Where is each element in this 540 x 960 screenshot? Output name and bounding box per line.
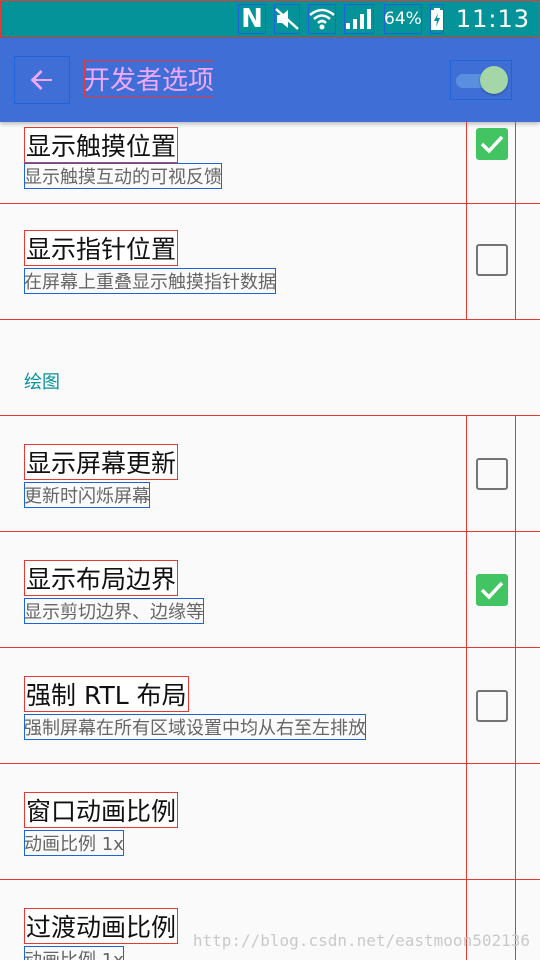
setting-title: 强制 RTL 布局 (24, 676, 189, 712)
setting-pointer-location[interactable]: 显示指针位置 在屏幕上重叠显示触摸指针数据 (0, 204, 540, 320)
setting-window-animation-scale[interactable]: 窗口动画比例 动画比例 1x (0, 764, 540, 880)
mute-icon (274, 4, 301, 34)
layout-bounds-checkbox[interactable] (476, 574, 508, 606)
developer-options-switch[interactable] (450, 60, 512, 100)
status-bar: N 64% 11:13 (0, 0, 540, 38)
category-header-drawing: 绘图 (0, 332, 540, 416)
setting-title: 显示指针位置 (24, 230, 179, 266)
settings-list[interactable]: 显示触摸位置 显示触摸互动的可视反馈 显示指针位置 在屏幕上重叠显示触摸指针数据… (0, 122, 540, 960)
setting-summary: 在屏幕上重叠显示触摸指针数据 (24, 268, 276, 294)
back-button[interactable] (14, 56, 70, 104)
setting-summary: 显示触摸互动的可视反馈 (24, 163, 222, 189)
setting-title: 过渡动画比例 (24, 908, 179, 944)
category-label: 绘图 (24, 372, 60, 393)
setting-summary: 强制屏幕在所有区域设置中均从右至左排放 (24, 714, 366, 740)
setting-summary: 显示剪切边界、边缘等 (24, 598, 204, 624)
watermark: http://blog.csdn.net/eastmoon502136 (192, 931, 530, 950)
surface-updates-checkbox[interactable] (476, 458, 508, 490)
setting-summary: 动画比例 1x (24, 830, 124, 856)
setting-summary: 更新时闪烁屏幕 (24, 482, 150, 508)
setting-summary: 动画比例 1x (24, 946, 124, 960)
clock: 11:13 (455, 5, 530, 33)
setting-title: 显示触摸位置 (24, 127, 179, 163)
setting-title: 窗口动画比例 (24, 792, 179, 828)
battery-percent: 64% (384, 4, 422, 34)
app-bar: 开发者选项 (0, 38, 540, 122)
pointer-location-checkbox[interactable] (476, 244, 508, 276)
setting-show-layout-bounds[interactable]: 显示布局边界 显示剪切边界、边缘等 (0, 532, 540, 648)
force-rtl-checkbox[interactable] (476, 690, 508, 722)
signal-icon (344, 4, 375, 34)
show-touches-checkbox[interactable] (476, 128, 508, 160)
arrow-back-icon (30, 70, 52, 90)
setting-show-surface-updates[interactable]: 显示屏幕更新 更新时闪烁屏幕 (0, 416, 540, 532)
switch-thumb (480, 66, 508, 94)
setting-force-rtl[interactable]: 强制 RTL 布局 强制屏幕在所有区域设置中均从右至左排放 (0, 648, 540, 764)
checkmark-icon (480, 581, 504, 600)
n-icon: N (238, 4, 267, 34)
wifi-icon (308, 4, 337, 34)
setting-show-touches[interactable]: 显示触摸位置 显示触摸互动的可视反馈 (0, 122, 540, 204)
battery-icon (429, 4, 444, 34)
checkmark-icon (480, 135, 504, 154)
setting-title: 显示屏幕更新 (24, 444, 179, 480)
page-title: 开发者选项 (84, 60, 215, 97)
setting-title: 显示布局边界 (24, 560, 179, 596)
